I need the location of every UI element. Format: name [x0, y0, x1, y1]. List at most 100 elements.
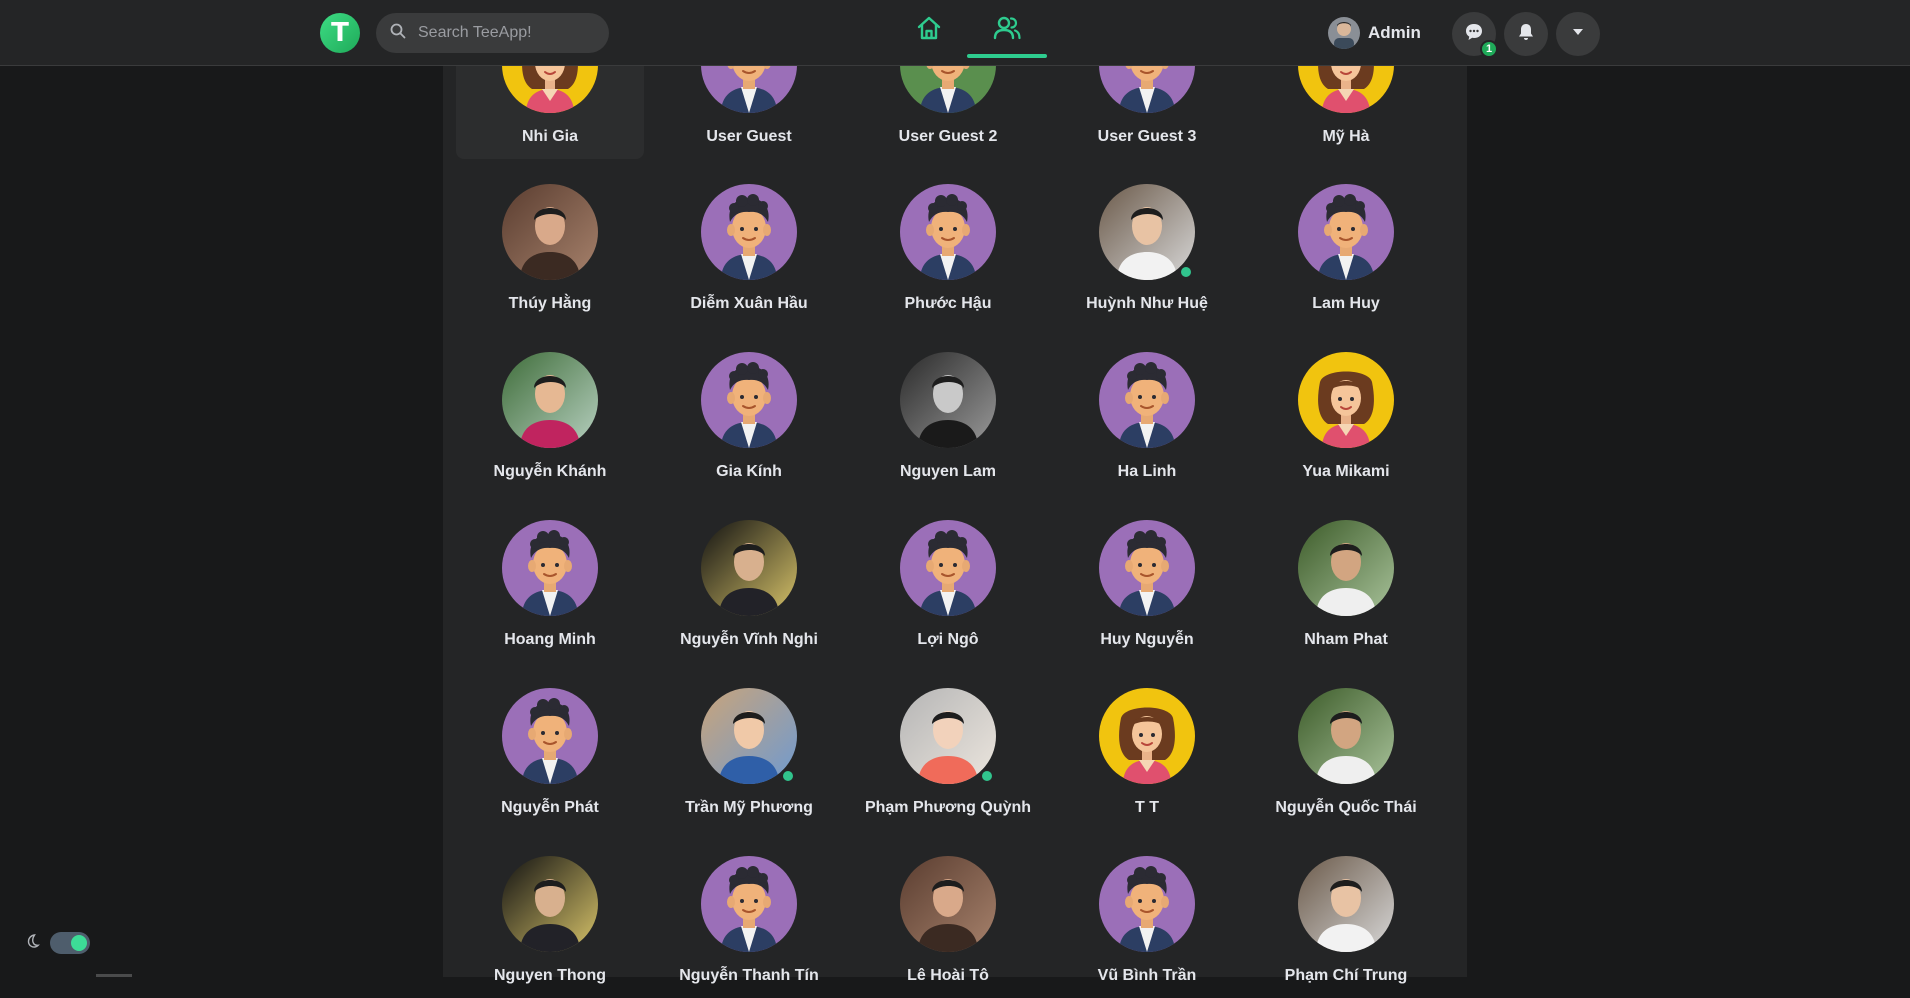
top-navbar: T Search TeeApp! Admin 1	[0, 0, 1910, 66]
search-box[interactable]	[376, 13, 609, 53]
theme-switch[interactable]	[24, 932, 90, 954]
friend-name[interactable]: Nguyễn Quốc Thái	[1252, 799, 1440, 817]
friend-card[interactable]: Diễm Xuân Hầu	[655, 166, 843, 326]
app-logo[interactable]: T	[320, 13, 360, 53]
friend-card[interactable]: Lam Huy	[1252, 166, 1440, 326]
nav-home[interactable]	[889, 0, 969, 60]
friend-card[interactable]: T T	[1053, 670, 1241, 830]
avatar[interactable]	[701, 520, 797, 616]
friend-card[interactable]: Yua Mikami	[1252, 334, 1440, 494]
friend-name[interactable]: Nham Phat	[1252, 631, 1440, 649]
friend-name[interactable]: Trần Mỹ Phương	[655, 799, 843, 817]
search-input[interactable]	[416, 23, 600, 43]
avatar	[1328, 17, 1360, 49]
avatar[interactable]	[1298, 352, 1394, 448]
account-chip[interactable]: Admin	[1328, 14, 1421, 52]
avatar[interactable]	[1099, 520, 1195, 616]
friend-name[interactable]: Yua Mikami	[1252, 463, 1440, 481]
friend-name[interactable]: Nguyễn Vĩnh Nghi	[655, 631, 843, 649]
friend-card[interactable]: Nguyễn Quốc Thái	[1252, 670, 1440, 830]
friend-name[interactable]: Nguyen Thong	[456, 967, 644, 985]
home-icon	[915, 14, 943, 47]
avatar[interactable]	[1298, 856, 1394, 952]
friend-name[interactable]: T T	[1053, 799, 1241, 817]
friend-name[interactable]: Phước Hậu	[854, 295, 1042, 313]
avatar[interactable]	[900, 184, 996, 280]
friend-name[interactable]: Lê Hoài Tô	[854, 967, 1042, 985]
online-status-dot	[1178, 264, 1194, 280]
friend-card[interactable]: Lợi Ngô	[854, 502, 1042, 662]
friend-card[interactable]: Huy Nguyễn	[1053, 502, 1241, 662]
friend-name[interactable]: Diễm Xuân Hầu	[655, 295, 843, 313]
avatar[interactable]	[502, 688, 598, 784]
nav-friends[interactable]	[967, 0, 1047, 60]
friend-card[interactable]: Nguyễn Khánh	[456, 334, 644, 494]
bell-icon	[1516, 22, 1536, 47]
avatar[interactable]	[701, 184, 797, 280]
account-menu-button[interactable]	[1556, 12, 1600, 56]
friend-card[interactable]: Nguyen Lam	[854, 334, 1042, 494]
search-icon	[390, 23, 406, 44]
friend-card[interactable]: Huỳnh Như Huệ	[1053, 166, 1241, 326]
avatar[interactable]	[502, 856, 598, 952]
friend-card[interactable]: Phạm Phương Quỳnh	[854, 670, 1042, 830]
friend-name[interactable]: Mỹ Hà	[1252, 128, 1440, 146]
avatar[interactable]	[900, 520, 996, 616]
messages-badge: 1	[1480, 40, 1498, 58]
avatar[interactable]	[701, 856, 797, 952]
avatar[interactable]	[1099, 352, 1195, 448]
friend-name[interactable]: Nhi Gia	[456, 128, 644, 146]
friend-name[interactable]: User Guest 3	[1053, 128, 1241, 146]
friend-card[interactable]: Nguyễn Phát	[456, 670, 644, 830]
friend-name[interactable]: Nguyễn Thanh Tín	[655, 967, 843, 985]
avatar[interactable]	[900, 856, 996, 952]
avatar[interactable]	[1298, 184, 1394, 280]
dark-mode-toggle[interactable]	[50, 932, 90, 954]
friend-name[interactable]: Nguyen Lam	[854, 463, 1042, 481]
avatar[interactable]	[900, 352, 996, 448]
friend-name[interactable]: Nguyễn Phát	[456, 799, 644, 817]
friend-name[interactable]: Phạm Chí Trung	[1252, 967, 1440, 985]
friend-name[interactable]: Lợi Ngô	[854, 631, 1042, 649]
online-status-dot	[979, 768, 995, 784]
friend-name[interactable]: Gia Kính	[655, 463, 843, 481]
friend-card[interactable]: Gia Kính	[655, 334, 843, 494]
friend-card[interactable]: Thúy Hằng	[456, 166, 644, 326]
friend-card[interactable]: Vũ Bình Trần	[1053, 838, 1241, 998]
friend-name[interactable]: Huỳnh Như Huệ	[1053, 295, 1241, 313]
friend-name[interactable]: Vũ Bình Trần	[1053, 967, 1241, 985]
friend-card[interactable]: Nguyễn Thanh Tín	[655, 838, 843, 998]
friend-name[interactable]: User Guest 2	[854, 128, 1042, 146]
friend-name[interactable]: User Guest	[655, 128, 843, 146]
friend-name[interactable]: Hoang Minh	[456, 631, 644, 649]
friend-name[interactable]: Ha Linh	[1053, 463, 1241, 481]
logo-letter: T	[331, 18, 349, 48]
notifications-button[interactable]	[1504, 12, 1548, 56]
friend-card[interactable]: Ha Linh	[1053, 334, 1241, 494]
friend-card[interactable]: Nguyễn Vĩnh Nghi	[655, 502, 843, 662]
friend-card[interactable]: Hoang Minh	[456, 502, 644, 662]
friend-name[interactable]: Phạm Phương Quỳnh	[854, 799, 1042, 817]
avatar[interactable]	[1298, 520, 1394, 616]
friend-name[interactable]: Thúy Hằng	[456, 295, 644, 313]
avatar[interactable]	[1298, 688, 1394, 784]
friend-card[interactable]: Phước Hậu	[854, 166, 1042, 326]
avatar[interactable]	[701, 352, 797, 448]
avatar[interactable]	[502, 184, 598, 280]
avatar[interactable]	[1099, 688, 1195, 784]
online-status-dot	[780, 768, 796, 784]
avatar[interactable]	[1099, 856, 1195, 952]
friend-name[interactable]: Nguyễn Khánh	[456, 463, 644, 481]
friend-card[interactable]: Phạm Chí Trung	[1252, 838, 1440, 998]
avatar[interactable]	[502, 520, 598, 616]
friend-name[interactable]: Huy Nguyễn	[1053, 631, 1241, 649]
account-name: Admin	[1368, 23, 1421, 42]
toggle-knob	[71, 935, 87, 951]
friend-card[interactable]: Trần Mỹ Phương	[655, 670, 843, 830]
friend-name[interactable]: Lam Huy	[1252, 295, 1440, 313]
friend-card[interactable]: Nham Phat	[1252, 502, 1440, 662]
friend-card[interactable]: Lê Hoài Tô	[854, 838, 1042, 998]
friend-card[interactable]: Nguyen Thong	[456, 838, 644, 998]
messenger-button[interactable]: 1	[1452, 12, 1498, 58]
avatar[interactable]	[502, 352, 598, 448]
